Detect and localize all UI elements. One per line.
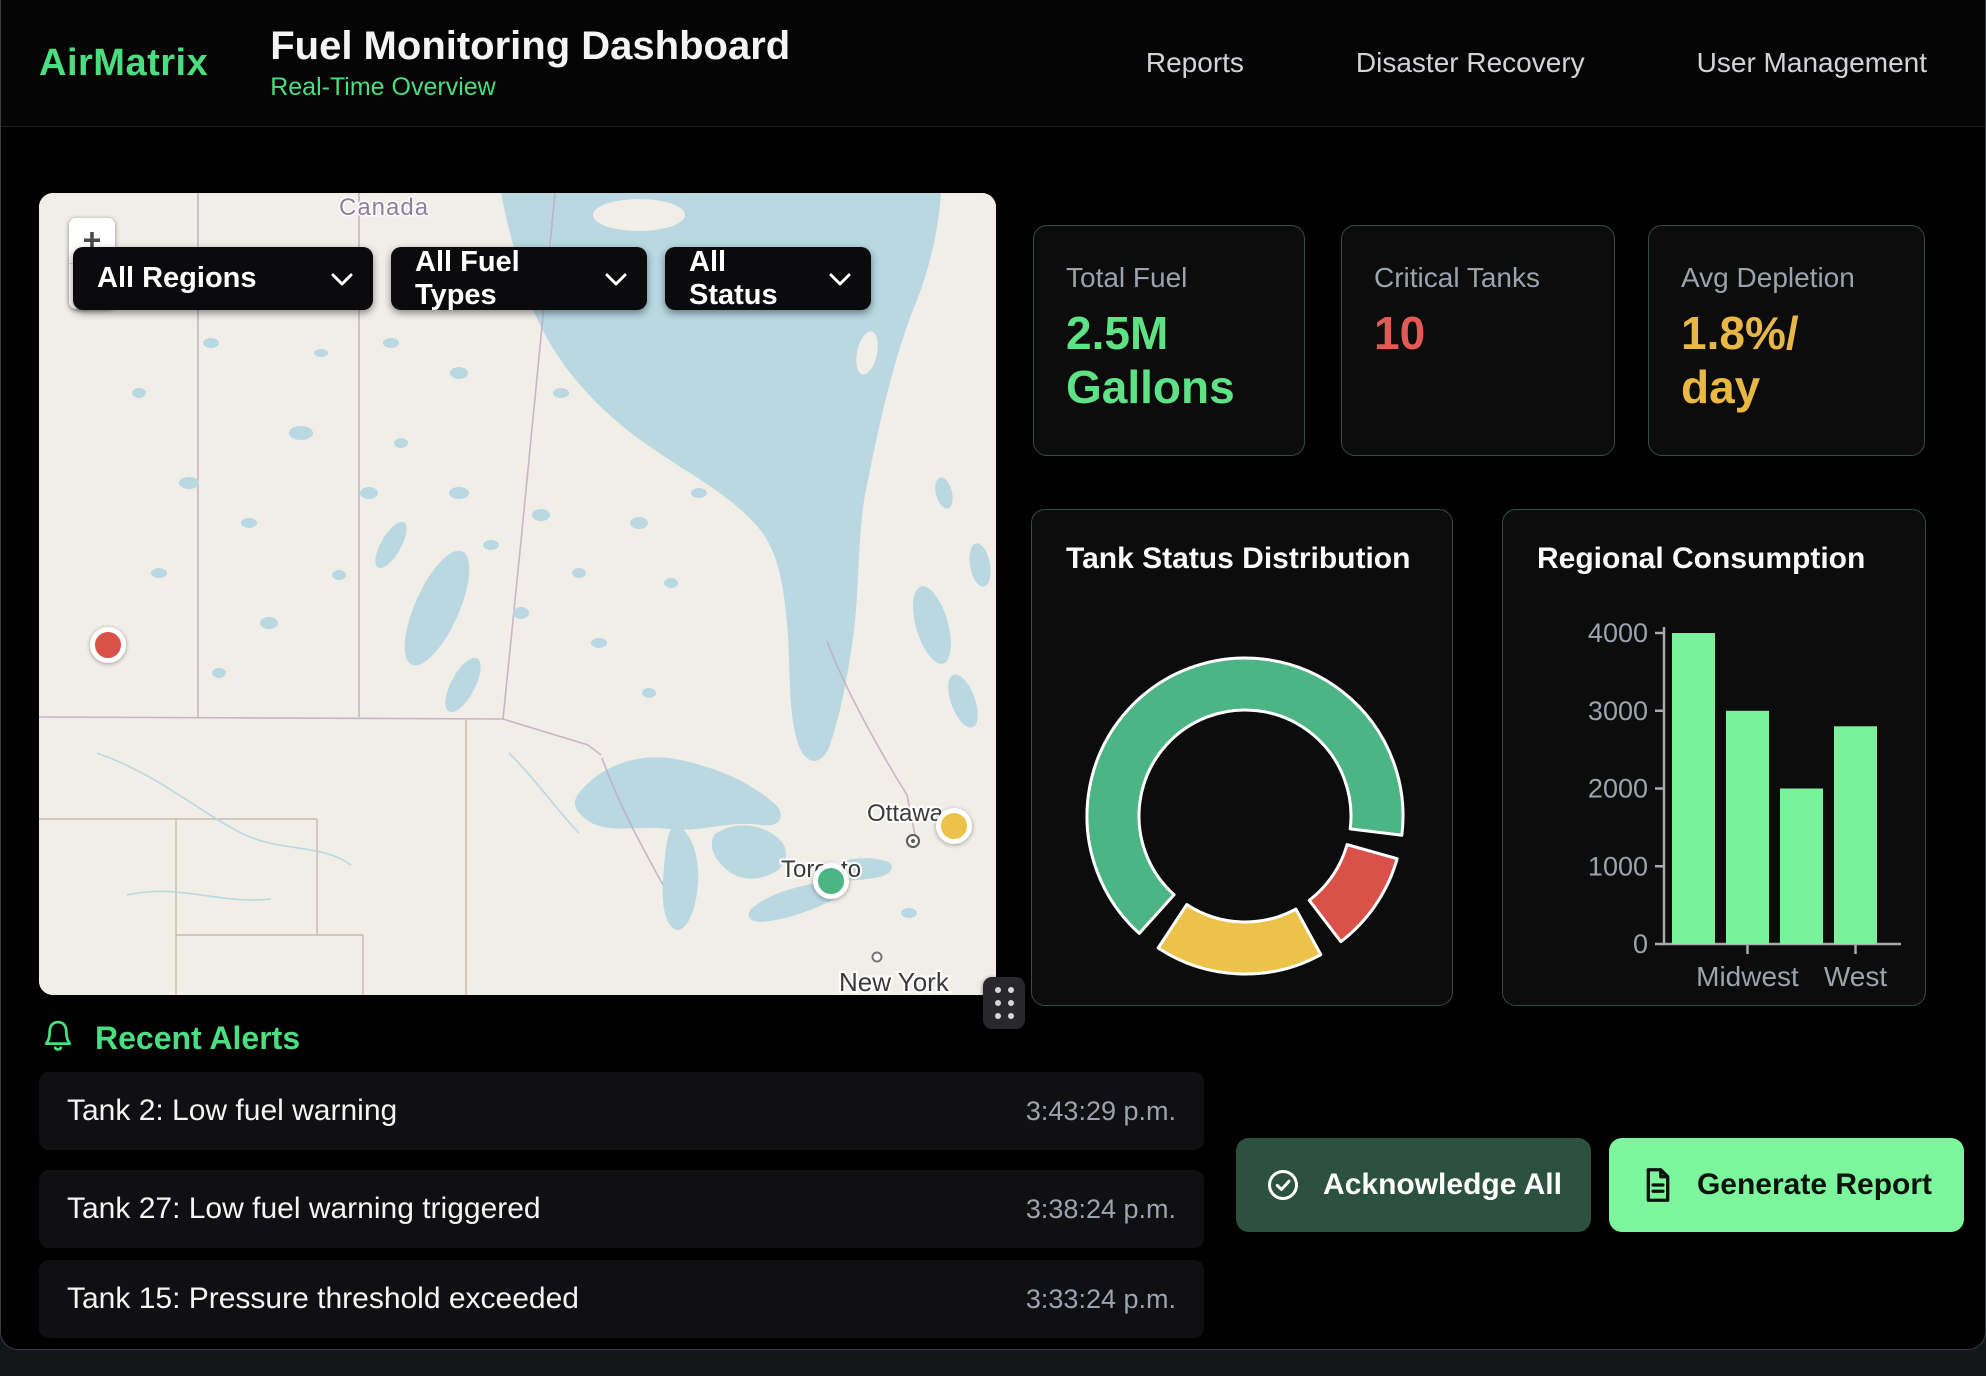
status-filter-value: All Status — [689, 246, 803, 312]
alert-timestamp: 3:33:24 p.m. — [1026, 1284, 1176, 1315]
svg-text:Midwest: Midwest — [1696, 961, 1799, 992]
acknowledge-all-button[interactable]: Acknowledge All — [1236, 1138, 1591, 1232]
alert-timestamp: 3:38:24 p.m. — [1026, 1194, 1176, 1225]
alert-timestamp: 3:43:29 p.m. — [1026, 1096, 1176, 1127]
drag-handle[interactable] — [983, 977, 1025, 1029]
report-file-icon — [1641, 1167, 1675, 1203]
svg-text:2000: 2000 — [1588, 774, 1648, 804]
chevron-down-icon — [829, 272, 851, 286]
title-block: Fuel Monitoring Dashboard Real-Time Over… — [270, 25, 790, 102]
map-filters: All Regions All Fuel Types All Status — [73, 247, 871, 310]
chevron-down-icon — [331, 272, 353, 286]
app-window: AirMatrix Fuel Monitoring Dashboard Real… — [0, 0, 1986, 1350]
generate-report-label: Generate Report — [1697, 1168, 1932, 1202]
brand-logo: AirMatrix — [39, 42, 208, 85]
fuel-filter-value: All Fuel Types — [415, 246, 579, 312]
nav-disaster-recovery[interactable]: Disaster Recovery — [1356, 47, 1585, 79]
tank-status-panel: Tank Status Distribution — [1031, 509, 1453, 1006]
tank-marker-critical[interactable] — [90, 627, 126, 663]
svg-text:0: 0 — [1633, 929, 1648, 959]
check-circle-icon — [1265, 1167, 1301, 1203]
page-subtitle: Real-Time Overview — [270, 73, 790, 102]
nav-reports[interactable]: Reports — [1146, 47, 1244, 79]
chevron-down-icon — [605, 272, 627, 286]
top-bar: AirMatrix Fuel Monitoring Dashboard Real… — [1, 0, 1985, 127]
stat-card-total-fuel: Total Fuel 2.5M Gallons — [1033, 225, 1305, 456]
map-markers — [39, 193, 996, 995]
fuel-type-filter-dropdown[interactable]: All Fuel Types — [391, 247, 647, 310]
tank-status-doughnut-chart — [1032, 510, 1452, 1005]
alert-row[interactable]: Tank 27: Low fuel warning triggered 3:38… — [39, 1170, 1204, 1248]
page-title: Fuel Monitoring Dashboard — [270, 25, 790, 67]
main-nav: Reports Disaster Recovery User Managemen… — [1146, 47, 1927, 79]
alerts-title: Recent Alerts — [95, 1020, 300, 1057]
svg-text:West: West — [1824, 961, 1887, 992]
svg-text:3000: 3000 — [1588, 696, 1648, 726]
stat-label: Total Fuel — [1066, 262, 1272, 294]
nav-user-management[interactable]: User Management — [1697, 47, 1927, 79]
stat-label: Critical Tanks — [1374, 262, 1582, 294]
svg-text:4000: 4000 — [1588, 618, 1648, 648]
tank-marker-normal[interactable] — [813, 863, 849, 899]
status-filter-dropdown[interactable]: All Status — [665, 247, 871, 310]
regional-consumption-bar-chart: 0 1000 2000 3000 4000 Midwest West — [1503, 510, 1925, 1005]
acknowledge-all-label: Acknowledge All — [1323, 1168, 1562, 1202]
tank-map[interactable]: Canada Ottawa Toronto New York + − All R… — [39, 193, 996, 995]
alert-row[interactable]: Tank 2: Low fuel warning 3:43:29 p.m. — [39, 1072, 1204, 1150]
alert-message: Tank 2: Low fuel warning — [67, 1094, 397, 1128]
alert-message: Tank 15: Pressure threshold exceeded — [67, 1282, 579, 1316]
alert-message: Tank 27: Low fuel warning triggered — [67, 1192, 541, 1226]
alert-row[interactable]: Tank 15: Pressure threshold exceeded 3:3… — [39, 1260, 1204, 1338]
regional-consumption-panel: Regional Consumption 01000200030004000Mi… — [1502, 509, 1926, 1006]
stat-value: 1.8%/ day — [1681, 306, 1892, 415]
stat-card-avg-depletion: Avg Depletion 1.8%/ day — [1648, 225, 1925, 456]
region-filter-dropdown[interactable]: All Regions — [73, 247, 373, 310]
stat-value: 2.5M Gallons — [1066, 306, 1272, 415]
tank-marker-warning[interactable] — [936, 808, 972, 844]
svg-text:1000: 1000 — [1588, 851, 1648, 881]
region-filter-value: All Regions — [97, 262, 257, 295]
alerts-header: Recent Alerts — [41, 1018, 300, 1059]
bell-icon — [41, 1018, 75, 1059]
stat-label: Avg Depletion — [1681, 262, 1892, 294]
generate-report-button[interactable]: Generate Report — [1609, 1138, 1964, 1232]
stat-card-critical-tanks: Critical Tanks 10 — [1341, 225, 1615, 456]
stat-value: 10 — [1374, 306, 1582, 360]
